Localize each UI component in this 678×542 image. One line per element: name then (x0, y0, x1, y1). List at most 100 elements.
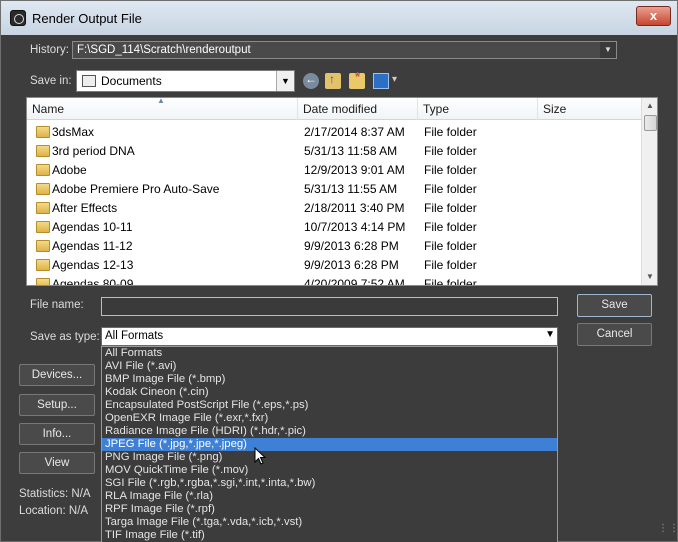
sort-up-icon: ▲ (157, 97, 165, 105)
folder-icon (36, 240, 50, 252)
file-date: 12/9/2013 9:01 AM (304, 163, 405, 177)
list-item[interactable]: Agendas 80-09 4/20/2009 7:52 AM File folde… (27, 274, 641, 286)
save-as-type-list[interactable]: All Formats AVI File (*.avi) BMP Image F… (101, 346, 558, 542)
dropdown-option[interactable]: RPF Image File (*.rpf) (102, 503, 557, 516)
file-type: File folder (424, 258, 477, 272)
file-type: File folder (424, 182, 477, 196)
title-bar[interactable]: Render Output File x (1, 1, 677, 35)
file-name: Adobe Premiere Pro Auto-Save (52, 182, 220, 196)
dropdown-option[interactable]: OpenEXR Image File (*.exr,*.fxr) (102, 412, 557, 425)
file-name-label: File name: (30, 299, 84, 311)
file-date: 4/20/2009 7:52 AM (304, 277, 405, 286)
dropdown-option[interactable]: TIF Image File (*.tif) (102, 529, 557, 542)
app-icon (10, 10, 26, 26)
dropdown-option[interactable]: Kodak Cineon (*.cin) (102, 386, 557, 399)
file-name: 3dsMax (52, 125, 95, 139)
file-date: 5/31/13 11:55 AM (304, 182, 398, 196)
devices-button[interactable]: Devices... (19, 364, 95, 386)
close-button[interactable]: x (636, 6, 671, 26)
scroll-down-icon[interactable]: ▼ (642, 269, 657, 285)
mouse-cursor-icon (254, 447, 267, 465)
resize-grip-icon[interactable]: ⋮⋮ (658, 524, 678, 539)
file-date: 9/9/2013 6:28 PM (304, 258, 399, 272)
list-item[interactable]: 3dsMax 2/17/2014 8:37 AM File folder (27, 122, 641, 141)
scroll-up-icon[interactable]: ▲ (642, 98, 657, 114)
file-date: 2/18/2011 3:40 PM (304, 201, 405, 215)
list-item[interactable]: Adobe 12/9/2013 9:01 AM File folder (27, 160, 641, 179)
dropdown-option[interactable]: MOV QuickTime File (*.mov) (102, 464, 557, 477)
view-menu-icon[interactable] (373, 73, 397, 89)
column-header-type[interactable]: Type (418, 98, 538, 120)
cancel-button[interactable]: Cancel (577, 323, 652, 346)
file-type: File folder (424, 201, 477, 215)
column-name-label: Name (32, 102, 65, 116)
back-icon[interactable] (303, 72, 319, 89)
setup-button[interactable]: Setup... (19, 394, 95, 416)
save-in-value: Documents (101, 74, 162, 88)
dropdown-option[interactable]: Targa Image File (*.tga,*.vda,*.icb,*.vs… (102, 516, 557, 529)
statistics-row: Statistics: N/A (19, 488, 91, 500)
list-item[interactable]: After Effects 2/18/2011 3:40 PM File folde… (27, 198, 641, 217)
file-date: 10/7/2013 4:14 PM (304, 220, 406, 234)
file-date: 5/31/13 11:58 AM (304, 144, 398, 158)
file-name: Agendas 11-12 (52, 239, 133, 253)
file-type: File folder (424, 144, 477, 158)
file-type: File folder (424, 220, 477, 234)
vertical-scrollbar[interactable]: ▲ ▼ (641, 98, 657, 285)
file-name: Agendas 80-09 (52, 277, 134, 286)
file-name: Adobe (52, 163, 87, 177)
folder-icon (36, 221, 50, 233)
chevron-down-icon[interactable]: ▼ (276, 71, 294, 91)
location-label: Location: (19, 505, 66, 517)
file-type: File folder (424, 125, 477, 139)
dropdown-option[interactable]: RLA Image File (*.rla) (102, 490, 557, 503)
column-header-date[interactable]: Date modified (298, 98, 418, 120)
file-name-input[interactable] (101, 297, 558, 316)
file-date: 9/9/2013 6:28 PM (304, 239, 399, 253)
list-item[interactable]: 3rd period DNA 5/31/13 11:58 AM File folde… (27, 141, 641, 160)
view-button[interactable]: View (19, 452, 95, 474)
file-date: 2/17/2014 8:37 AM (304, 125, 405, 139)
chevron-down-icon[interactable]: ▼ (545, 329, 555, 340)
info-button[interactable]: Info... (19, 423, 95, 445)
folder-icon (36, 126, 50, 138)
window-title: Render Output File (32, 11, 142, 26)
folder-icon (36, 202, 50, 214)
file-list[interactable]: Name ▲ Date modified Type Size 3dsMax 2/1… (26, 97, 658, 286)
dropdown-option-highlighted[interactable]: JPEG File (*.jpg,*.jpe,*.jpeg) (102, 438, 557, 451)
save-as-type-dropdown[interactable]: All Formats ▼ (101, 327, 558, 346)
dropdown-option[interactable]: BMP Image File (*.bmp) (102, 373, 557, 386)
file-type: File folder (424, 277, 477, 286)
chevron-down-icon[interactable]: ▼ (600, 42, 616, 58)
save-in-dropdown[interactable]: Documents ▼ (76, 70, 295, 92)
list-item[interactable]: Adobe Premiere Pro Auto-Save 5/31/13 11:5… (27, 179, 641, 198)
file-type: File folder (424, 163, 477, 177)
list-item[interactable]: Agendas 11-12 9/9/2013 6:28 PM File folder (27, 236, 641, 255)
file-name: Agendas 12-13 (52, 258, 134, 272)
statistics-value: N/A (71, 488, 91, 500)
column-header-name[interactable]: Name ▲ (27, 98, 298, 120)
list-item[interactable]: Agendas 12-13 9/9/2013 6:28 PM File folder (27, 255, 641, 274)
file-name: 3rd period DNA (52, 144, 135, 158)
column-header-size[interactable]: Size (538, 98, 641, 120)
save-as-type-value: All Formats (105, 330, 164, 342)
dropdown-option[interactable]: SGI File (*.rgb,*.rgba,*.sgi,*.int,*.int… (102, 477, 557, 490)
scrollbar-thumb[interactable] (644, 115, 657, 131)
new-folder-icon[interactable] (349, 69, 365, 89)
dropdown-option[interactable]: PNG Image File (*.png) (102, 451, 557, 464)
statistics-label: Statistics: (19, 488, 69, 500)
dropdown-option[interactable]: Encapsulated PostScript File (*.eps,*.ps… (102, 399, 557, 412)
list-item[interactable]: Agendas 10-11 10/7/2013 4:14 PM File folde… (27, 217, 641, 236)
documents-folder-icon (82, 75, 96, 87)
dropdown-option[interactable]: AVI File (*.avi) (102, 360, 557, 373)
history-label: History: (30, 44, 69, 56)
file-type: File folder (424, 239, 477, 253)
folder-icon (36, 145, 50, 157)
save-as-type-label: Save as type: (30, 331, 100, 343)
location-row: Location: N/A (19, 505, 88, 517)
dropdown-option[interactable]: All Formats (102, 347, 557, 360)
dropdown-option[interactable]: Radiance Image File (HDRI) (*.hdr,*.pic) (102, 425, 557, 438)
history-dropdown[interactable]: F:\SGD_114\Scratch\renderoutput ▼ (72, 41, 617, 59)
save-button[interactable]: Save (577, 294, 652, 317)
up-folder-icon[interactable] (325, 72, 341, 89)
